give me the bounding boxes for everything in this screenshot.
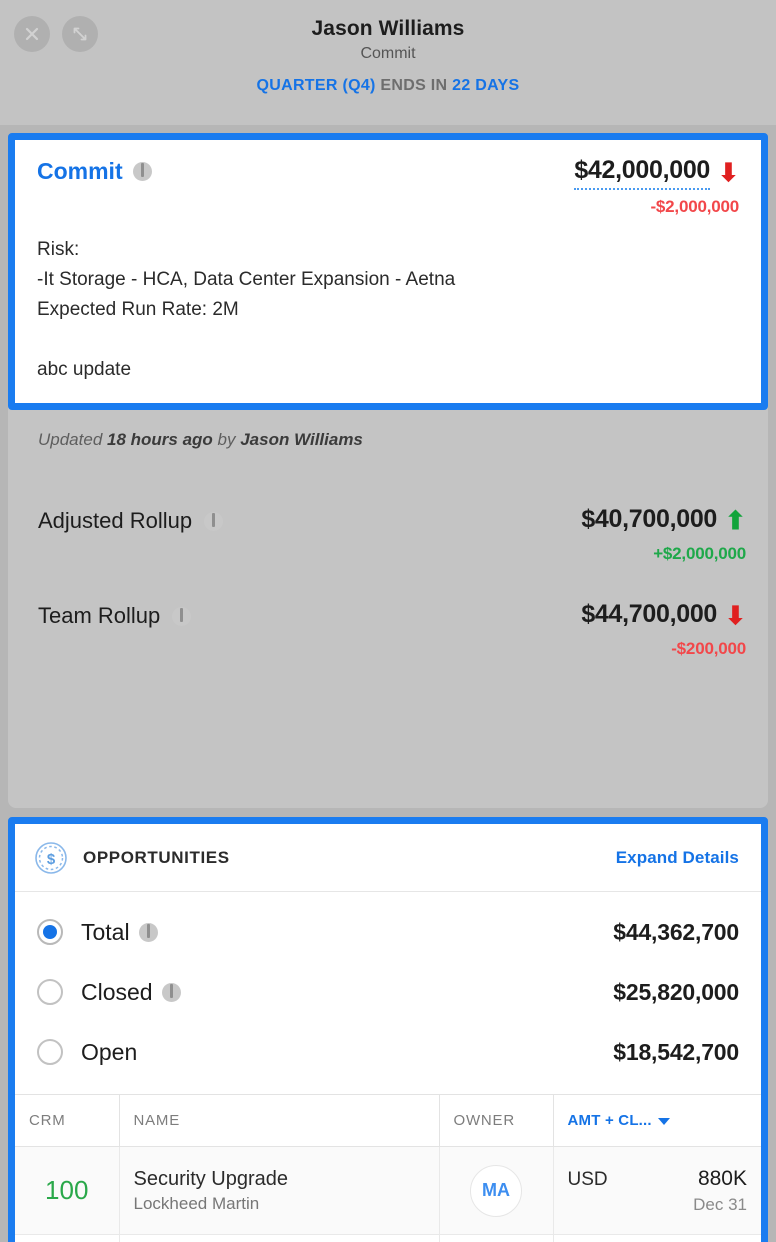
avatar[interactable]: MA: [470, 1164, 522, 1217]
opportunities-table: CRM NAME OWNER AMT + CL... 100 Security …: [15, 1094, 761, 1242]
adjusted-rollup-label-group: Adjusted Rollup: [38, 505, 224, 534]
cell-crm-score: 89: [15, 1234, 120, 1242]
filter-row-open[interactable]: Open $18,542,700: [37, 1022, 739, 1082]
currency-code: USD: [567, 1168, 608, 1190]
opportunities-title: OPPORTUNITIES: [83, 847, 230, 867]
amount-row: USD 880K: [568, 1167, 748, 1191]
team-rollup-amount: $44,700,000: [581, 600, 718, 628]
team-rollup-amount-group: $44,700,000 ⬇ -$200,000: [581, 600, 746, 659]
commit-note-line: abc update: [37, 359, 132, 380]
opportunities-card: $ OPPORTUNITIES Expand Details Total $44…: [8, 817, 768, 1242]
commit-label: Commit: [37, 158, 123, 184]
filter-row-total[interactable]: Total $44,362,700: [37, 902, 739, 962]
forecast-panel: Jason Williams Commit QUARTER (Q4) ENDS …: [0, 0, 776, 1242]
info-icon[interactable]: [132, 162, 152, 181]
opportunity-account: Lockheed Martin: [133, 1193, 260, 1213]
column-header-crm[interactable]: CRM: [15, 1094, 120, 1147]
commit-amount-group: $42,000,000 ⬇ -$2,000,000: [574, 156, 739, 217]
radio-closed[interactable]: [37, 979, 63, 1005]
adjusted-rollup-amount-group: $40,700,000 ⬆ +$2,000,000: [581, 505, 746, 564]
arrow-up-icon: ⬆: [725, 506, 746, 535]
adjusted-rollup-label: Adjusted Rollup: [38, 508, 193, 533]
column-header-owner[interactable]: OWNER: [439, 1094, 554, 1147]
cell-owner: PC: [439, 1234, 554, 1242]
cell-name: Security Upgrade Lockheed Martin: [119, 1146, 440, 1235]
opportunities-header: $ OPPORTUNITIES Expand Details: [15, 824, 761, 892]
adjusted-rollup-amount-row: $40,700,000 ⬆: [581, 505, 746, 537]
commit-header-row: Commit $42,000,000 ⬇ -$2,000,000: [37, 156, 739, 217]
filter-label-closed-group: Closed: [81, 979, 613, 1006]
quarter-mid-text: ENDS IN: [375, 77, 453, 94]
opportunity-filters: Total $44,362,700 Closed $25,820,000 Ope…: [15, 892, 761, 1094]
updated-time: 18 hours ago: [107, 430, 213, 449]
adjusted-rollup-amount: $40,700,000: [581, 505, 718, 533]
cell-crm-score: 100: [15, 1146, 120, 1235]
page-subtitle: Commit: [360, 45, 416, 62]
commit-card[interactable]: Commit $42,000,000 ⬇ -$2,000,000 Risk: -…: [8, 133, 768, 410]
column-header-amount[interactable]: AMT + CL...: [553, 1094, 761, 1147]
cell-owner: MA: [439, 1146, 554, 1235]
filter-label-closed: Closed: [81, 978, 153, 1005]
close-date: Dec 31: [693, 1194, 747, 1214]
team-rollup-row[interactable]: Team Rollup $44,700,000 ⬇ -$200,000: [38, 600, 746, 659]
expand-details-link[interactable]: Expand Details: [616, 848, 739, 868]
table-row[interactable]: 89 New Data Center Community Health Syst…: [15, 1234, 761, 1242]
panel-header: Jason Williams Commit QUARTER (Q4) ENDS …: [0, 0, 776, 125]
arrow-down-icon: ⬇: [718, 158, 739, 187]
adjusted-rollup-delta: +$2,000,000: [653, 544, 746, 563]
page-title: Jason Williams: [311, 17, 465, 40]
commit-note-line: Risk:: [37, 239, 80, 260]
team-rollup-amount-row: $44,700,000 ⬇: [581, 600, 746, 632]
cell-amount: USD 880K Dec 31: [553, 1146, 761, 1235]
header-titles: Jason Williams Commit QUARTER (Q4) ENDS …: [0, 16, 776, 95]
updated-prefix: Updated: [38, 430, 107, 449]
adjusted-rollup-row[interactable]: Adjusted Rollup $40,700,000 ⬆ +$2,000,00…: [38, 505, 746, 564]
team-rollup-label-group: Team Rollup: [38, 600, 192, 629]
commit-label-group[interactable]: Commit: [37, 156, 152, 185]
filter-value-total: $44,362,700: [613, 918, 739, 945]
commit-notes[interactable]: Risk: -It Storage - HCA, Data Center Exp…: [37, 235, 739, 385]
table-row[interactable]: 100 Security Upgrade Lockheed Martin MA …: [15, 1146, 761, 1235]
chevron-down-icon: [657, 1117, 670, 1125]
cell-amount: USD 850K Dec 31: [553, 1234, 761, 1242]
commit-note-line: Expected Run Rate: 2M: [37, 299, 239, 320]
team-rollup-delta: -$200,000: [671, 639, 746, 658]
commit-note-spacer: [37, 325, 739, 355]
table-header-row: CRM NAME OWNER AMT + CL...: [15, 1094, 761, 1147]
info-icon[interactable]: [172, 606, 192, 626]
commit-amount[interactable]: $42,000,000: [574, 156, 710, 190]
updated-meta: Updated 18 hours ago by Jason Williams: [38, 430, 363, 450]
column-header-amount-label: AMT + CL...: [567, 1112, 652, 1129]
updated-middle: by: [212, 430, 241, 449]
arrow-down-icon: ⬇: [725, 601, 746, 630]
commit-amount-row: $42,000,000 ⬇: [574, 156, 739, 190]
panel-body: Commit $42,000,000 ⬇ -$2,000,000 Risk: -…: [0, 125, 776, 1242]
info-icon[interactable]: [204, 511, 224, 531]
dollar-coin-icon: $: [33, 840, 69, 876]
opportunity-name: Security Upgrade: [133, 1167, 289, 1190]
filter-label-total: Total: [81, 918, 130, 945]
column-header-name[interactable]: NAME: [119, 1094, 440, 1147]
info-icon[interactable]: [161, 982, 181, 1002]
team-rollup-label: Team Rollup: [38, 603, 161, 628]
quarter-days-left: 22 DAYS: [452, 77, 520, 94]
filter-label-total-group: Total: [81, 919, 613, 946]
filter-value-open: $18,542,700: [613, 1038, 739, 1065]
filter-label-open-group: Open: [81, 1039, 613, 1066]
commit-delta: -$2,000,000: [650, 197, 739, 216]
info-icon[interactable]: [138, 922, 158, 942]
cell-name: New Data Center Community Health Systems: [119, 1234, 440, 1242]
quarter-label: QUARTER (Q4): [256, 77, 376, 94]
amount-value: 880K: [697, 1166, 747, 1190]
filter-row-closed[interactable]: Closed $25,820,000: [37, 962, 739, 1022]
filter-value-closed: $25,820,000: [613, 978, 739, 1005]
radio-open[interactable]: [37, 1039, 63, 1065]
filter-label-open: Open: [81, 1038, 138, 1065]
updated-author: Jason Williams: [240, 430, 363, 449]
svg-text:$: $: [47, 851, 56, 868]
commit-note-line: -It Storage - HCA, Data Center Expansion…: [37, 269, 456, 290]
radio-total[interactable]: [37, 919, 63, 945]
quarter-countdown: QUARTER (Q4) ENDS IN 22 DAYS: [0, 77, 776, 95]
